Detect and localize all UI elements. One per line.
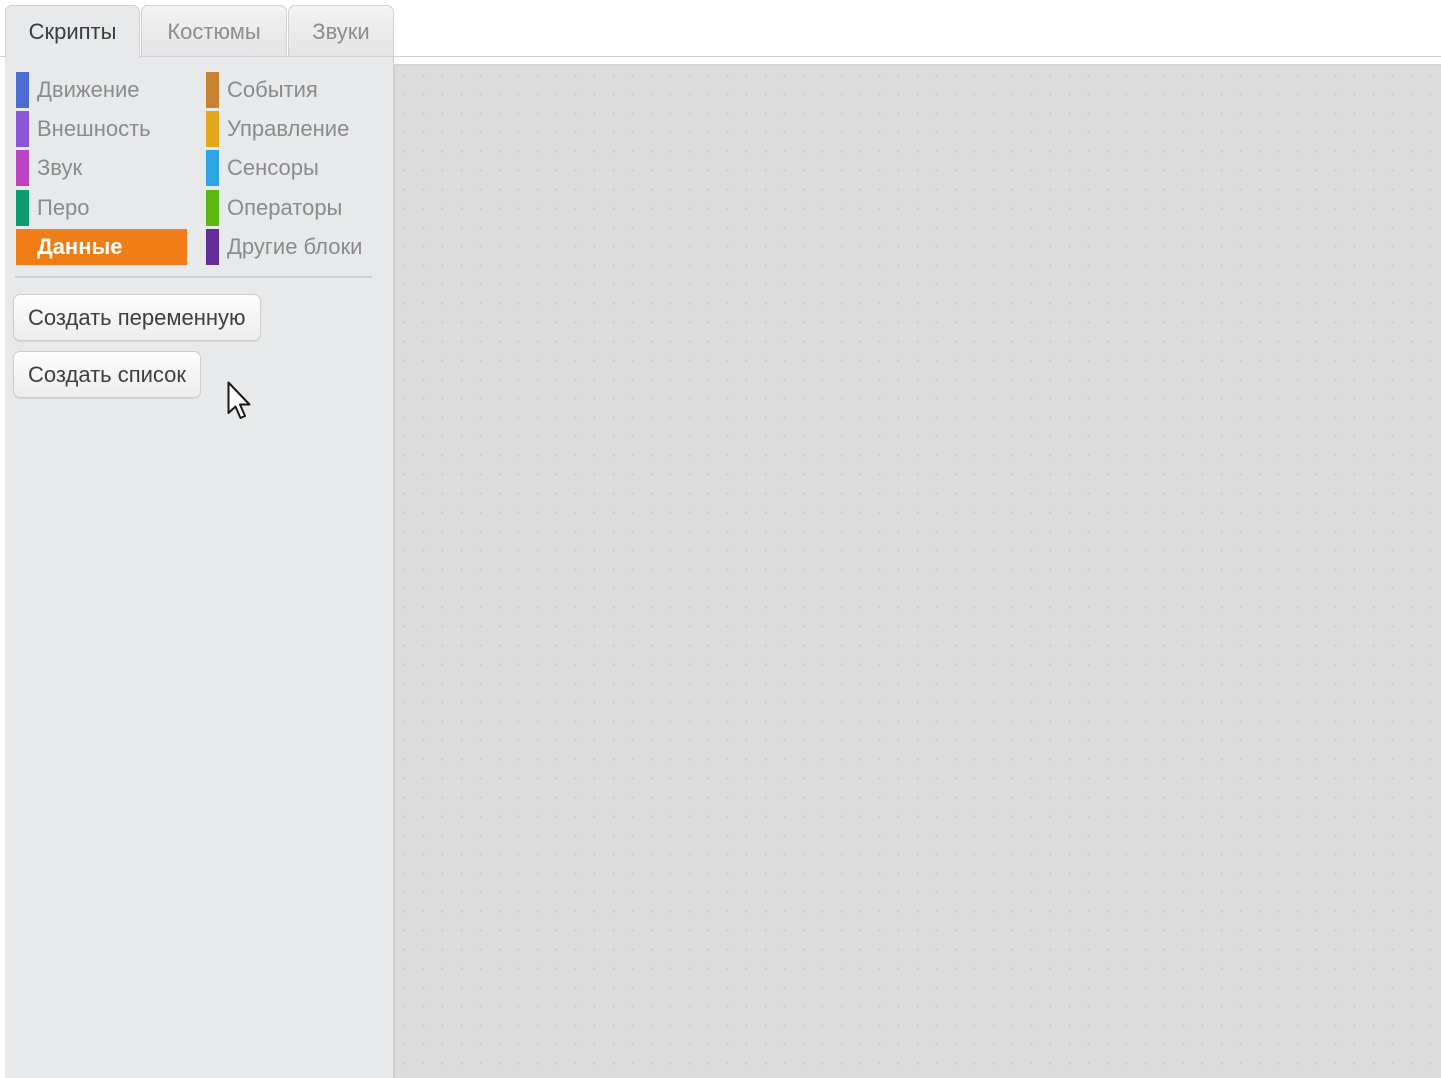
category-color-swatch	[206, 150, 219, 186]
category-label: Операторы	[227, 195, 343, 220]
category-sound[interactable]: Звук	[16, 150, 186, 186]
tab-scripts[interactable]: Скрипты	[5, 5, 140, 58]
category-label: Движение	[37, 77, 140, 102]
category-label: События	[227, 77, 318, 102]
category-label: Управление	[227, 116, 350, 141]
category-operators[interactable]: Операторы	[206, 190, 376, 226]
category-color-swatch	[206, 190, 219, 226]
category-color-swatch	[16, 111, 29, 147]
scratch-editor: Скрипты Костюмы Звуки Движение Внешность…	[0, 0, 1441, 1078]
category-color-swatch	[206, 111, 219, 147]
category-label: Внешность	[37, 116, 151, 141]
tab-costumes[interactable]: Костюмы	[141, 5, 287, 57]
arrow-cursor-icon	[227, 381, 251, 419]
make-list-button[interactable]: Создать список	[13, 351, 202, 398]
category-label: Сенсоры	[227, 155, 319, 180]
category-sensing[interactable]: Сенсоры	[206, 150, 376, 186]
category-label: Данные	[37, 234, 123, 259]
scripts-canvas[interactable]	[394, 64, 1441, 1078]
category-color-swatch	[16, 190, 29, 226]
category-color-swatch	[206, 72, 219, 108]
make-variable-button[interactable]: Создать переменную	[13, 294, 261, 341]
category-color-swatch	[16, 150, 29, 186]
category-label: Звук	[37, 155, 83, 180]
category-color-swatch	[16, 72, 29, 108]
category-motion[interactable]: Движение	[16, 72, 186, 108]
palette-divider	[15, 276, 372, 278]
category-looks[interactable]: Внешность	[16, 111, 186, 147]
category-label: Перо	[37, 195, 90, 220]
block-palette: Движение Внешность Звук Перо Данные Собы…	[5, 57, 394, 1078]
category-data[interactable]: Данные	[16, 229, 187, 265]
tab-sounds[interactable]: Звуки	[288, 5, 394, 57]
category-control[interactable]: Управление	[206, 111, 376, 147]
category-label: Другие блоки	[227, 234, 363, 259]
category-more-blocks[interactable]: Другие блоки	[206, 229, 386, 265]
category-pen[interactable]: Перо	[16, 190, 186, 226]
category-color-swatch	[206, 229, 219, 265]
category-events[interactable]: События	[206, 72, 376, 108]
